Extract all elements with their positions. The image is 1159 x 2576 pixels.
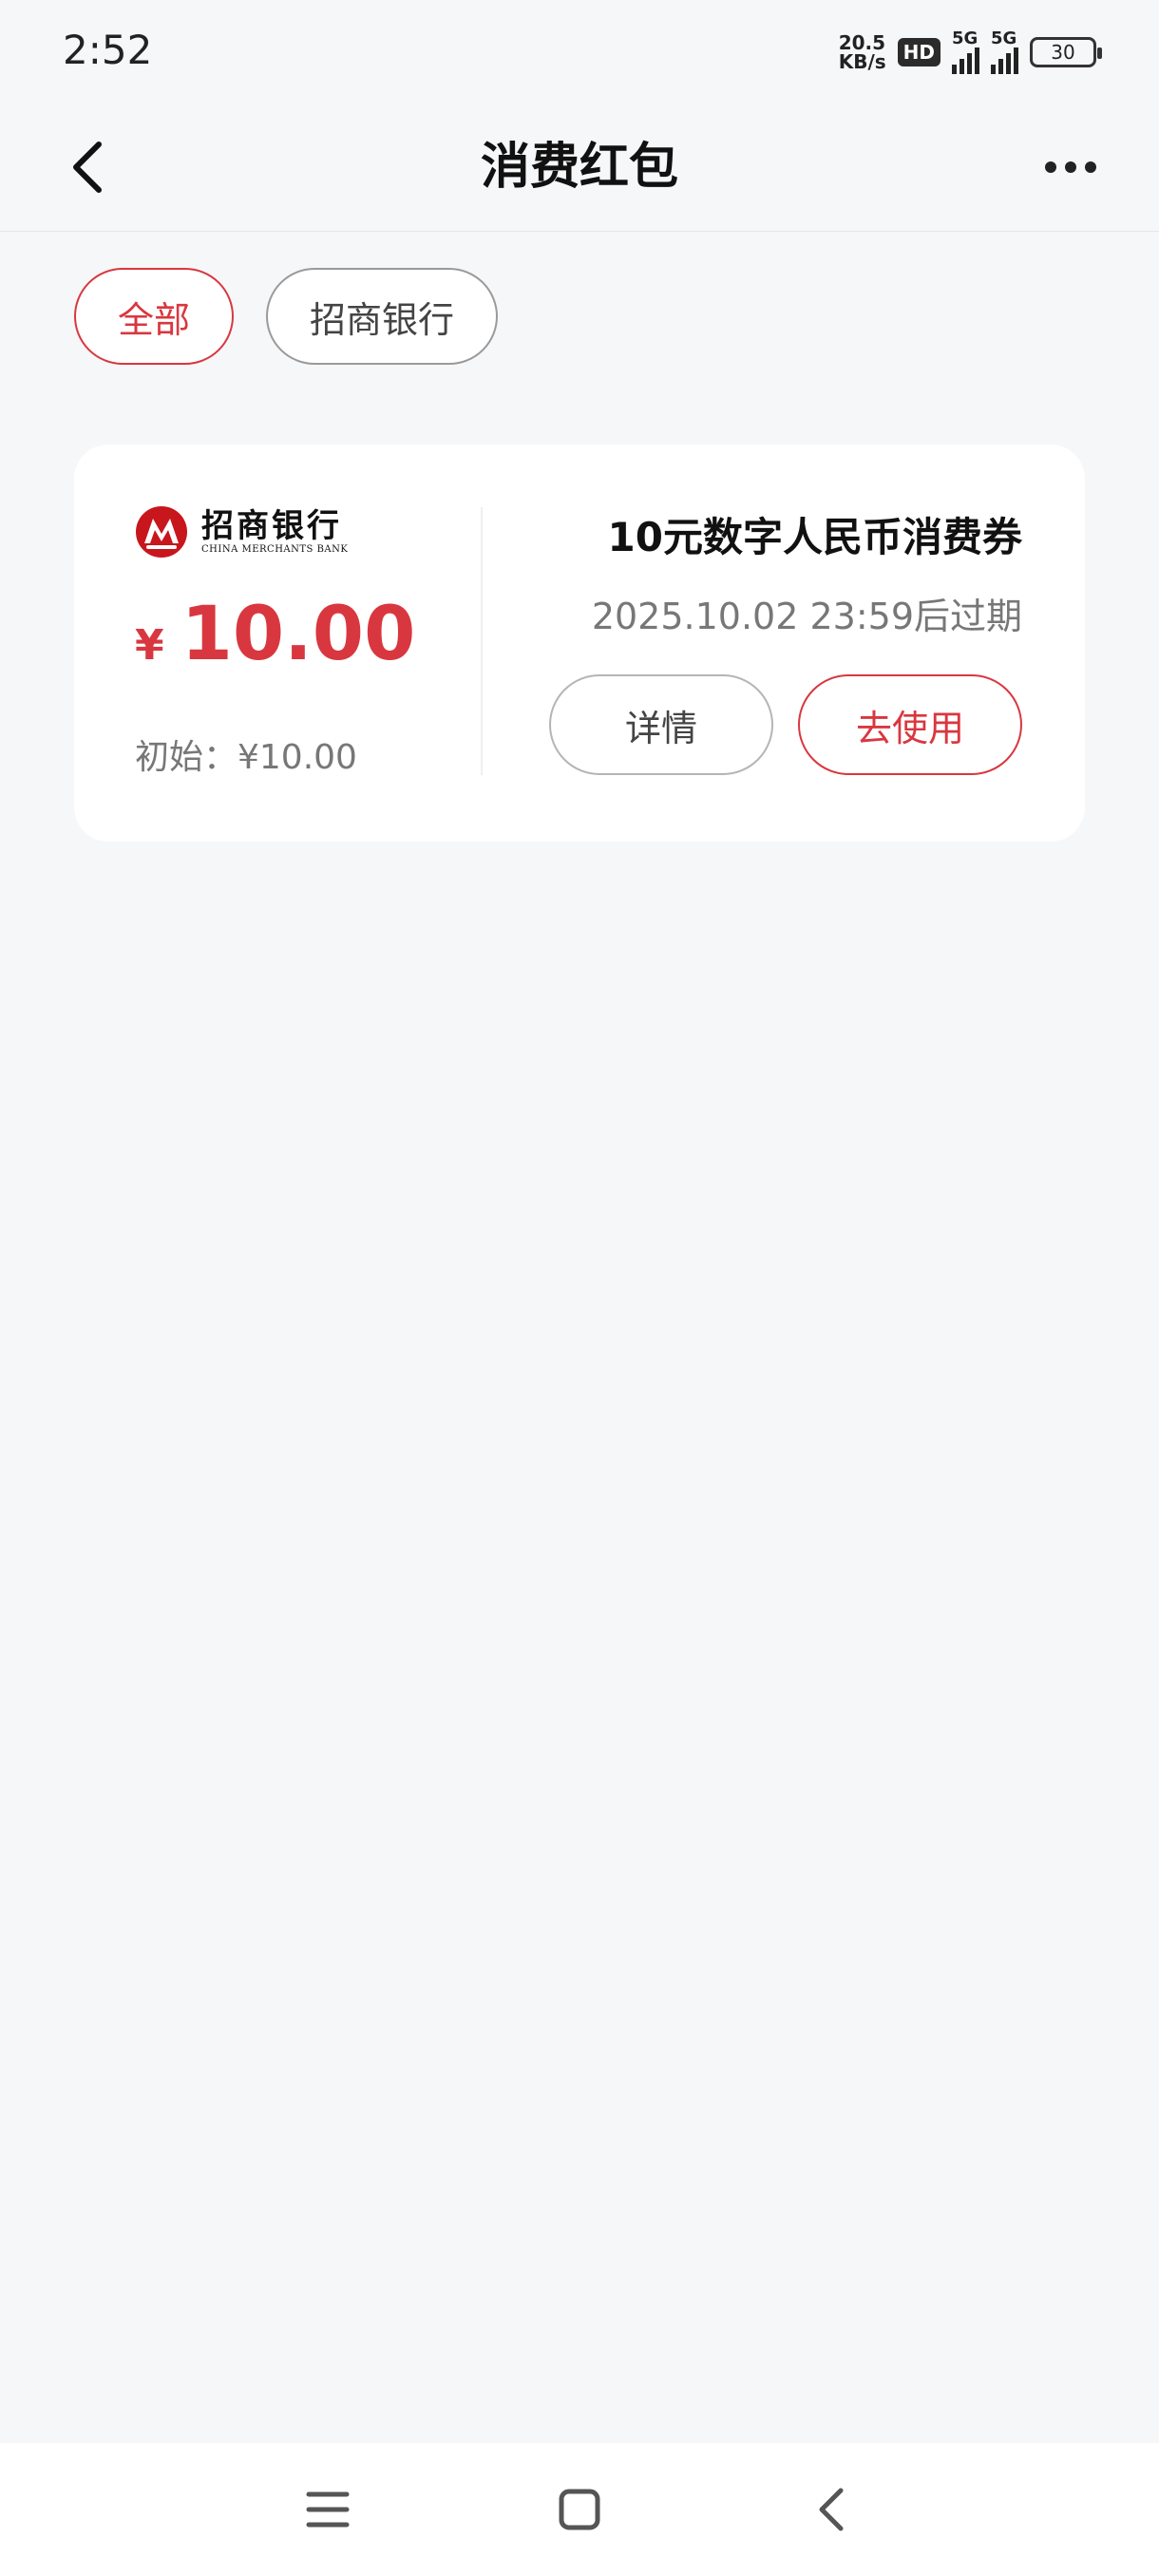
bank-logo: 招商银行 CHINA MERCHANTS BANK	[135, 505, 348, 559]
filter-chip-all[interactable]: 全部	[74, 268, 235, 365]
nav-back-button[interactable]	[793, 2472, 869, 2548]
filter-chips: 全部 招商银行	[74, 268, 499, 365]
battery-level: 30	[1051, 41, 1075, 64]
battery-icon: 30	[1030, 37, 1102, 67]
bank-name: 招商银行	[201, 507, 342, 545]
signal-icon: 5G	[952, 30, 979, 74]
currency-symbol: ¥	[135, 621, 164, 670]
nav-home-button[interactable]	[542, 2472, 618, 2548]
status-icons: 20.5 KB/s HD 5G 5G 30	[839, 28, 1102, 76]
cmb-logo-icon	[136, 506, 187, 558]
signal-icon-secondary: 5G	[991, 30, 1018, 74]
more-dot	[1085, 161, 1096, 173]
more-dot	[1045, 161, 1056, 173]
more-button[interactable]	[1037, 131, 1104, 203]
amount-value: 10.00	[180, 592, 416, 677]
coupon-card[interactable]: 招商银行 CHINA MERCHANTS BANK ¥ 10.00 初始：¥10…	[74, 445, 1085, 842]
signal-network-label-secondary: 5G	[991, 28, 1017, 48]
status-bar: 2:52 20.5 KB/s HD 5G 5G 30	[0, 0, 1159, 104]
bank-logo-text: 招商银行 CHINA MERCHANTS BANK	[201, 508, 348, 556]
filter-chip-cmb[interactable]: 招商银行	[266, 268, 499, 365]
screen: 2:52 20.5 KB/s HD 5G 5G 30 消费红包 全部 招商银行 …	[0, 0, 1159, 2576]
system-nav-bar	[0, 2443, 1159, 2576]
back-chevron-icon	[819, 2488, 844, 2531]
nav-menu-button[interactable]	[290, 2472, 366, 2548]
initial-amount: 初始：¥10.00	[135, 738, 357, 777]
coupon-name: 10元数字人民币消费券	[607, 514, 1022, 560]
status-time: 2:52	[63, 27, 153, 73]
coupon-expiry: 2025.10.02 23:59后过期	[591, 596, 1022, 637]
bank-name-en: CHINA MERCHANTS BANK	[201, 544, 349, 555]
home-square-icon	[559, 2489, 600, 2530]
signal-network-label: 5G	[952, 28, 978, 48]
detail-button[interactable]: 详情	[549, 674, 773, 775]
coupon-amount: ¥ 10.00	[135, 587, 415, 682]
page-title: 消费红包	[480, 139, 678, 196]
network-speed-value: 20.5	[838, 31, 886, 54]
more-dot	[1065, 161, 1076, 173]
use-button[interactable]: 去使用	[798, 674, 1022, 775]
page-header: 消费红包	[0, 104, 1159, 232]
menu-icon	[306, 2491, 350, 2528]
network-speed: 20.5 KB/s	[839, 33, 886, 71]
card-divider	[481, 507, 483, 775]
network-speed-unit: KB/s	[838, 50, 886, 73]
hd-icon: HD	[897, 38, 940, 66]
